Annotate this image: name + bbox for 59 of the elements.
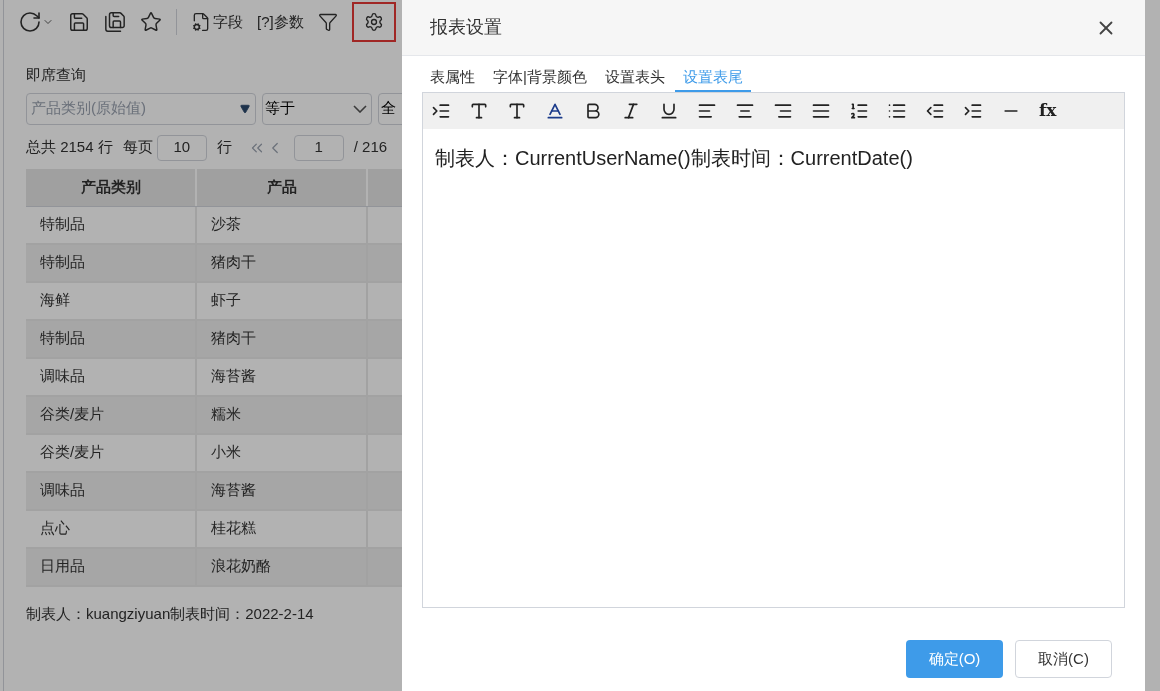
total-rows: 总共 2154 行 <box>26 136 113 159</box>
save-as-icon[interactable] <box>104 11 126 33</box>
dialog-title: 报表设置 <box>430 16 502 39</box>
filter-icon[interactable] <box>317 12 338 32</box>
column-header: 产品类别 <box>26 168 197 206</box>
per-page-field[interactable]: 10 <box>156 134 207 161</box>
align-center-icon[interactable] <box>735 101 755 121</box>
align-left-icon[interactable] <box>697 101 717 121</box>
table-cell: 谷类/麦片 <box>26 396 197 433</box>
bullet-list-icon[interactable] <box>887 101 907 121</box>
table-cell: 沙茶 <box>197 206 368 243</box>
dropdown-icon <box>239 103 251 114</box>
settings-button[interactable] <box>351 2 396 42</box>
table-cell: 特制品 <box>26 320 197 357</box>
page-count: / 216 <box>353 137 388 158</box>
save-icon[interactable] <box>68 11 90 33</box>
tab[interactable]: 字体|背景颜色 <box>485 64 595 92</box>
column-header: 产品 <box>197 168 368 206</box>
table-cell: 特制品 <box>26 244 197 281</box>
per-page-label: 每页 <box>122 137 153 158</box>
star-icon[interactable] <box>140 11 162 33</box>
table-cell: 桂花糕 <box>197 510 368 547</box>
table-cell: 海苔酱 <box>197 472 368 509</box>
table-cell: 小米 <box>197 434 368 471</box>
table-cell: 海鲜 <box>26 282 197 319</box>
tab[interactable]: 表属性 <box>422 64 483 92</box>
table-cell: 谷类/麦片 <box>26 434 197 471</box>
indent-icon[interactable] <box>963 101 983 121</box>
params-button[interactable]: [?]参数 <box>257 10 304 34</box>
table-cell: 海苔酱 <box>197 358 368 395</box>
fields-button[interactable]: 字段 <box>191 10 243 34</box>
chevron-down-icon <box>353 104 367 113</box>
operator-select[interactable]: 等于 <box>262 92 372 125</box>
outdent-icon[interactable] <box>925 101 945 121</box>
align-right-icon[interactable] <box>773 101 793 121</box>
rows-unit: 行 <box>216 137 232 158</box>
table-cell: 猪肉干 <box>197 320 368 357</box>
formula-button[interactable]: fx <box>1039 98 1057 124</box>
table-cell: 调味品 <box>26 472 197 509</box>
italic-icon[interactable] <box>621 101 641 121</box>
table-cell: 特制品 <box>26 206 197 243</box>
ordered-list-icon[interactable] <box>849 101 869 121</box>
justify-icon[interactable] <box>811 101 831 121</box>
font-color-icon[interactable] <box>545 101 565 121</box>
table-cell: 调味品 <box>26 358 197 395</box>
table-cell: 浪花奶酪 <box>197 548 368 585</box>
underline-icon[interactable] <box>659 101 679 121</box>
refresh-icon[interactable] <box>18 10 42 34</box>
table-cell: 虾子 <box>197 282 368 319</box>
table-cell: 糯米 <box>197 396 368 433</box>
file-gear-icon <box>191 12 211 32</box>
cancel-button[interactable]: 取消(C) <box>1015 640 1112 678</box>
table-cell: 猪肉干 <box>197 244 368 281</box>
table-cell: 点心 <box>26 510 197 547</box>
table-cell: 日用品 <box>26 548 197 585</box>
settings-icon <box>363 12 384 32</box>
query-title: 即席查询 <box>26 65 86 85</box>
tab[interactable]: 设置表头 <box>596 64 673 92</box>
page-field[interactable]: 1 <box>293 134 344 161</box>
